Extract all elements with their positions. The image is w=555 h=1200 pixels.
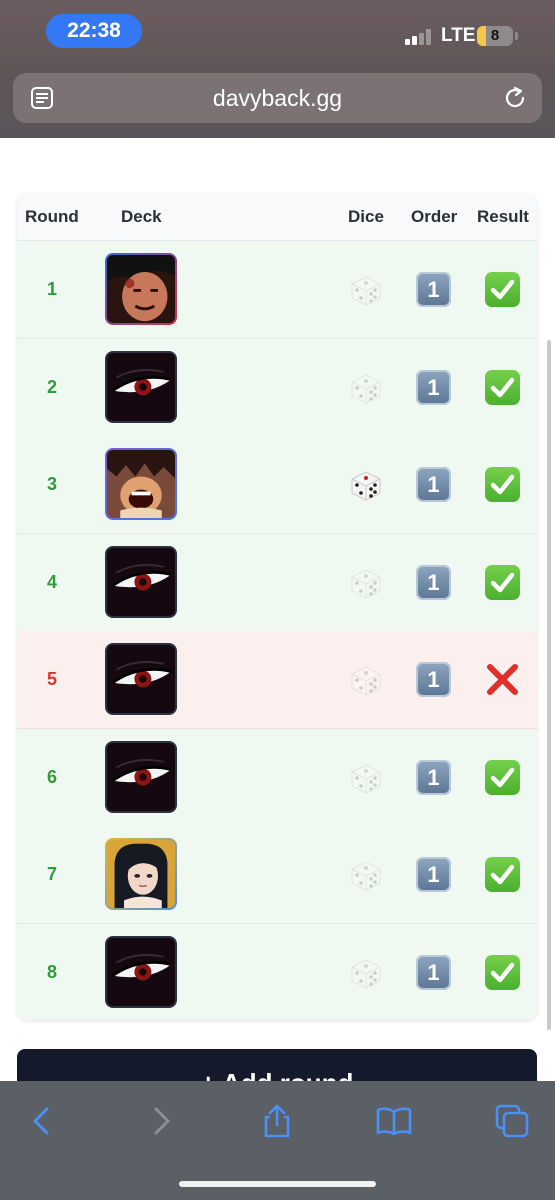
order-badge[interactable]: 1 xyxy=(416,272,451,307)
deck-avatar-black-eye[interactable] xyxy=(105,350,177,423)
round-number: 1 xyxy=(46,279,57,299)
chevron-right-icon[interactable] xyxy=(143,1103,179,1139)
table-row: 21 xyxy=(17,338,537,437)
address-bar[interactable]: davyback.gg xyxy=(13,73,542,123)
order-badge[interactable]: 1 xyxy=(416,954,451,990)
tabs-icon[interactable] xyxy=(494,1103,530,1139)
page-scrollbar[interactable] xyxy=(547,340,551,1030)
order-badge[interactable]: 1 xyxy=(416,467,451,502)
order-badge[interactable]: 1 xyxy=(416,369,451,405)
header-order: Order xyxy=(411,207,458,226)
deck-avatar-purple-leader[interactable] xyxy=(105,448,177,520)
battery-cap xyxy=(515,32,518,40)
deck-avatar-yellow-leader[interactable] xyxy=(105,838,177,910)
table-row: 41 xyxy=(17,533,537,632)
header-round: Round xyxy=(25,207,79,226)
signal-icon xyxy=(405,29,435,45)
check-icon[interactable] xyxy=(485,564,520,600)
dice-icon[interactable] xyxy=(348,272,384,308)
network-label: LTE xyxy=(441,25,476,46)
deck-avatar-black-eye[interactable] xyxy=(105,545,177,618)
status-time: 22:38 xyxy=(46,14,142,48)
round-number: 6 xyxy=(46,766,57,787)
home-indicator xyxy=(179,1181,376,1187)
deck-avatar-black-eye[interactable] xyxy=(105,643,177,715)
table-row: 51 xyxy=(17,631,537,729)
book-icon[interactable] xyxy=(376,1103,412,1139)
battery-icon: 8 xyxy=(477,26,513,46)
table-row: 31 xyxy=(17,436,537,534)
dice-icon[interactable] xyxy=(348,662,384,698)
round-number: 7 xyxy=(46,864,57,884)
dice-icon[interactable] xyxy=(348,955,384,991)
header-dice: Dice xyxy=(348,207,384,226)
round-number: 3 xyxy=(46,474,57,494)
table-row: 11 xyxy=(17,241,537,339)
url-text[interactable]: davyback.gg xyxy=(13,73,542,123)
check-icon[interactable] xyxy=(485,759,520,795)
order-badge[interactable]: 1 xyxy=(416,857,451,892)
check-icon[interactable] xyxy=(485,857,520,892)
check-icon[interactable] xyxy=(485,954,520,990)
header-deck: Deck xyxy=(121,207,162,226)
battery-level: 8 xyxy=(490,27,500,44)
deck-avatar-red-leader[interactable] xyxy=(105,253,177,325)
table-row: 81 xyxy=(17,923,537,1020)
table-row: 71 xyxy=(17,826,537,924)
deck-avatar-black-eye[interactable] xyxy=(105,935,177,1008)
check-icon[interactable] xyxy=(485,467,520,502)
dice-icon[interactable] xyxy=(348,857,384,893)
share-icon[interactable] xyxy=(259,1103,295,1139)
chevron-left-icon[interactable] xyxy=(24,1103,60,1139)
dice-icon[interactable] xyxy=(348,760,384,796)
deck-avatar-black-eye[interactable] xyxy=(105,740,177,813)
round-number: 2 xyxy=(46,376,57,397)
cross-icon[interactable] xyxy=(485,662,520,697)
rounds-table: Round Deck Dice Order Result 11213141516… xyxy=(17,194,537,1020)
order-badge[interactable]: 1 xyxy=(416,564,451,600)
order-badge[interactable]: 1 xyxy=(416,662,451,697)
dice-icon[interactable] xyxy=(348,565,384,601)
order-badge[interactable]: 1 xyxy=(416,759,451,795)
header-result: Result xyxy=(477,207,529,226)
round-number: 8 xyxy=(46,961,57,982)
reload-icon[interactable] xyxy=(502,85,528,111)
check-icon[interactable] xyxy=(485,272,520,307)
dice-icon-active[interactable] xyxy=(348,467,384,503)
check-icon[interactable] xyxy=(485,369,520,405)
round-number: 4 xyxy=(46,571,57,592)
browser-top-bar: 22:38 LTE 8 davyback.gg xyxy=(0,0,555,138)
table-header: Round Deck Dice Order Result xyxy=(17,194,537,241)
dice-icon[interactable] xyxy=(348,370,384,406)
table-row: 61 xyxy=(17,728,537,827)
round-number: 5 xyxy=(46,669,57,689)
